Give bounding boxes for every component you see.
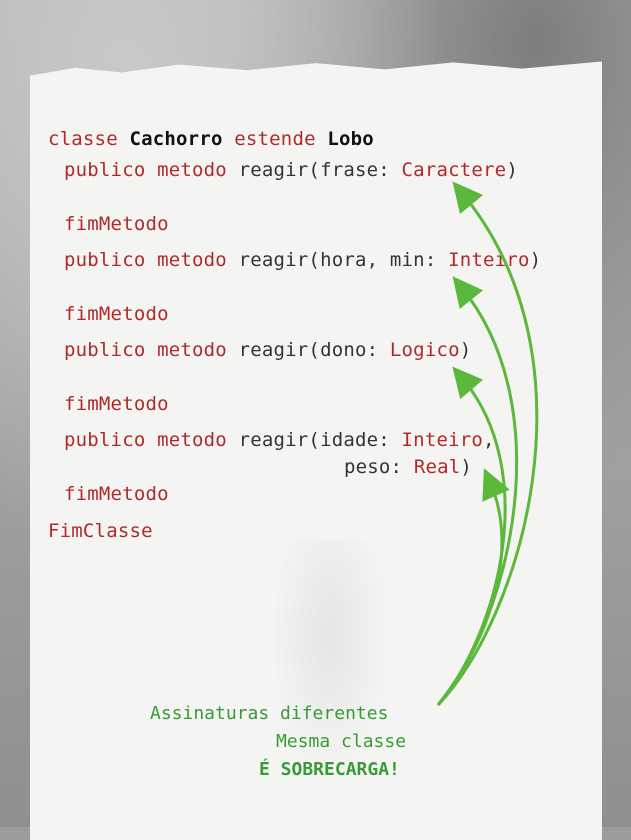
note-overload: É SOBRECARGA! (259, 759, 400, 780)
arrow-to-method-1 (436, 181, 539, 707)
note-different-signatures: Assinaturas diferentes (150, 703, 389, 724)
note-same-class: Mesma classe (276, 731, 407, 752)
